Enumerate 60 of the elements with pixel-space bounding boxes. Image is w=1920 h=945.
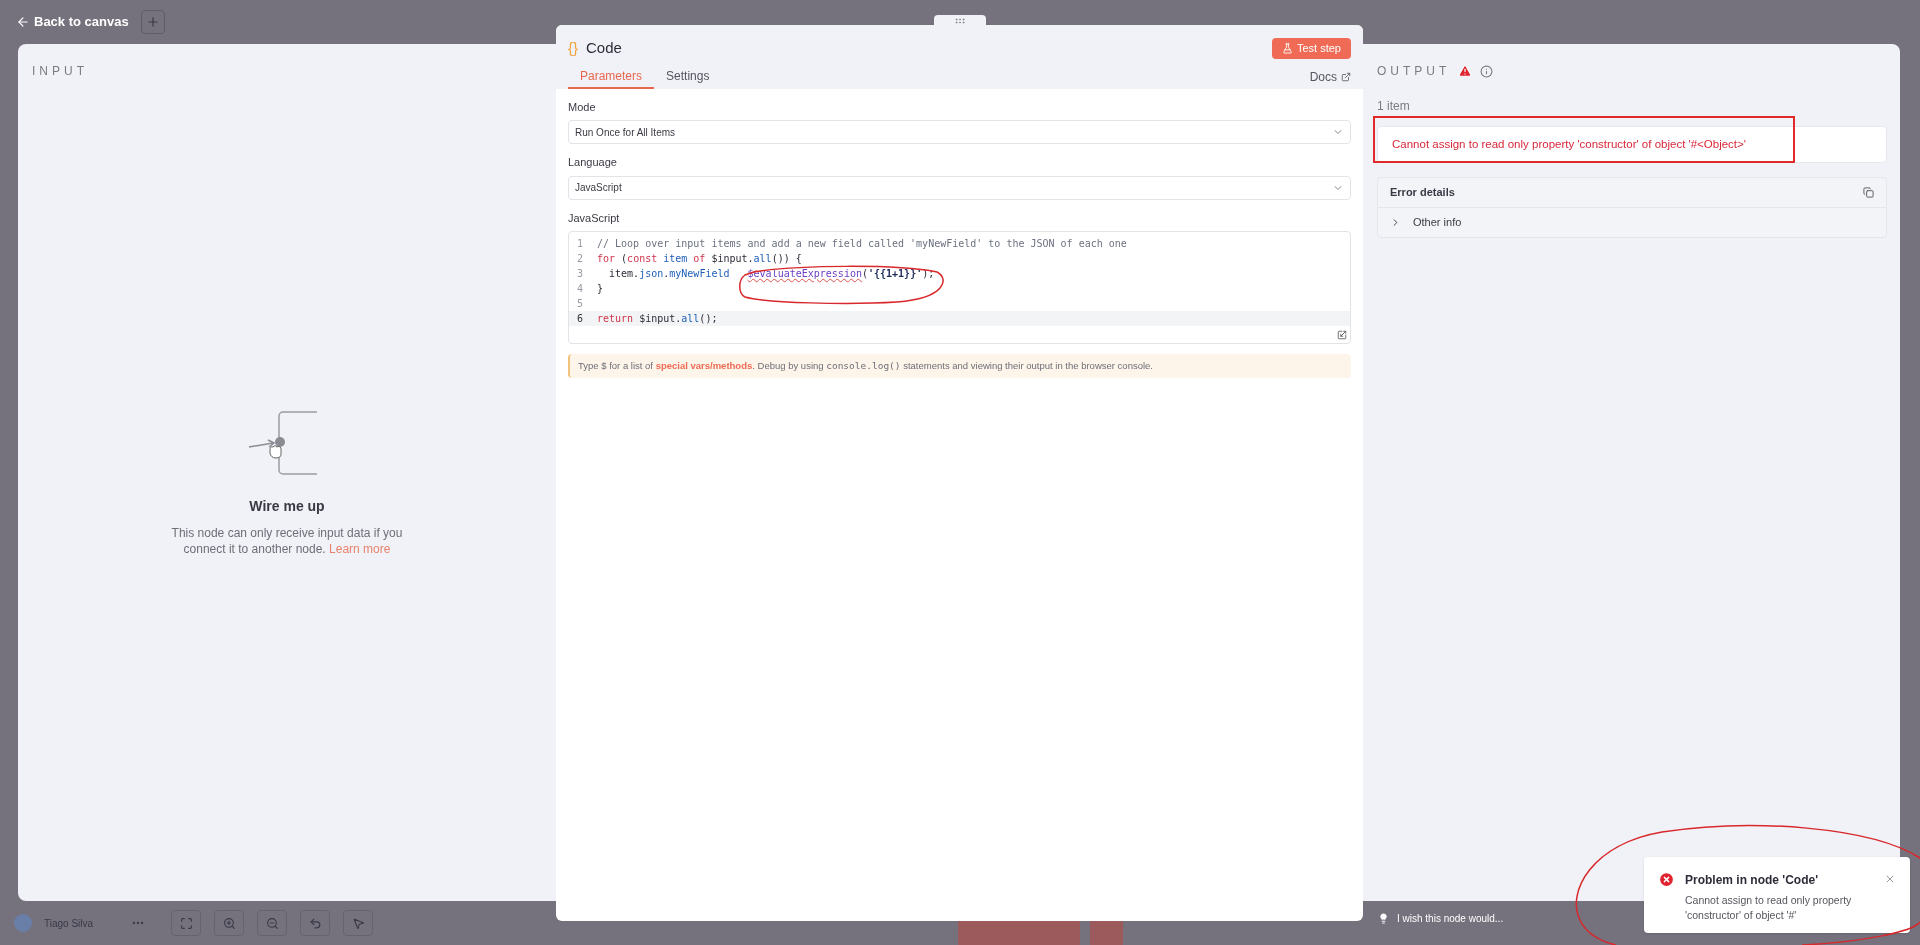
warning-icon: [1458, 64, 1473, 78]
line-number: 3: [576, 267, 585, 281]
code-line: for (const item of $input.all()) {: [597, 252, 802, 266]
error-details-title: Error details: [1390, 185, 1455, 201]
docs-link[interactable]: Docs: [1309, 64, 1351, 89]
error-message: Cannot assign to read only property 'constructor' of object '#<Object>': [1392, 136, 1746, 152]
field-label: JavaScript: [568, 210, 621, 226]
field-label: Language: [568, 155, 618, 170]
copy-icon[interactable]: [1863, 187, 1874, 198]
hint-text: Type $ for a list of special vars/methods. Debug by using console.log() statements and viewing their output in the browser console.: [568, 354, 1351, 378]
grip-icon: [954, 15, 966, 27]
code-line: item.json.myNewField $evaluateExpression('{{1+1}}');: [608, 267, 935, 281]
select-field[interactable]: Run Once for All Items: [568, 120, 1351, 144]
resize-icon[interactable]: [1337, 330, 1347, 340]
item-count: 1 item: [1377, 98, 1411, 115]
empty-title: Wire me up: [249, 497, 325, 516]
feedback-text[interactable]: I wish this node would...: [1397, 911, 1504, 926]
line-number: 2: [576, 252, 585, 266]
add-button[interactable]: [140, 10, 165, 34]
error-icon: [1658, 871, 1675, 888]
line-number: 4: [576, 282, 585, 296]
select-field[interactable]: JavaScript: [568, 175, 1351, 200]
line-number: 6: [576, 312, 585, 326]
back-link[interactable]: Back to canvas: [16, 12, 129, 32]
drag-handle[interactable]: [934, 15, 986, 27]
canvas-tool-button[interactable]: [257, 910, 288, 936]
close-icon[interactable]: [1884, 873, 1896, 885]
plus-icon: [145, 15, 160, 29]
flask-icon: [1281, 42, 1293, 54]
zoom-out-icon: [265, 916, 279, 930]
undo-icon: [308, 916, 322, 930]
toast-message: Cannot assign to read only property 'constructor' of object '#': [1685, 893, 1853, 923]
tab[interactable]: Parameters: [568, 64, 655, 89]
line-number: 5: [576, 297, 585, 311]
canvas-tool-button[interactable]: [343, 910, 374, 936]
code-icon: {}: [568, 37, 579, 60]
learn-more-link[interactable]: Learn more: [329, 542, 391, 556]
canvas-tool-button[interactable]: [214, 910, 245, 936]
field-label: Mode: [568, 99, 597, 115]
lightbulb-icon: [1378, 913, 1389, 924]
external-link-icon: [1341, 71, 1351, 82]
test-step-button[interactable]: Test step: [1271, 37, 1351, 59]
line-number: 1: [576, 237, 585, 251]
fit-view-icon: [179, 916, 193, 930]
code-editor[interactable]: [568, 231, 1351, 344]
tab[interactable]: Settings: [654, 64, 722, 89]
canvas-tool-button[interactable]: [300, 910, 331, 936]
output-heading: OUTPUT: [1377, 63, 1451, 80]
empty-description: This node can only receive input data if you connect it to another node. Learn more: [170, 525, 404, 557]
pointer-icon: [351, 916, 365, 930]
canvas-tool-button[interactable]: [171, 910, 202, 936]
code-line: // Loop over input items and add a new field called 'myNewField' to the JSON of each one: [597, 237, 1127, 251]
code-line: return $input.all();: [597, 312, 718, 326]
info-icon: [1480, 64, 1494, 78]
toast-title: Problem in node 'Code': [1685, 872, 1820, 889]
zoom-in-icon: [222, 916, 236, 930]
code-line: }: [597, 282, 604, 296]
node-title: Code: [586, 38, 622, 58]
details-row[interactable]: Other info: [1378, 208, 1886, 237]
input-heading: INPUT: [32, 63, 89, 80]
